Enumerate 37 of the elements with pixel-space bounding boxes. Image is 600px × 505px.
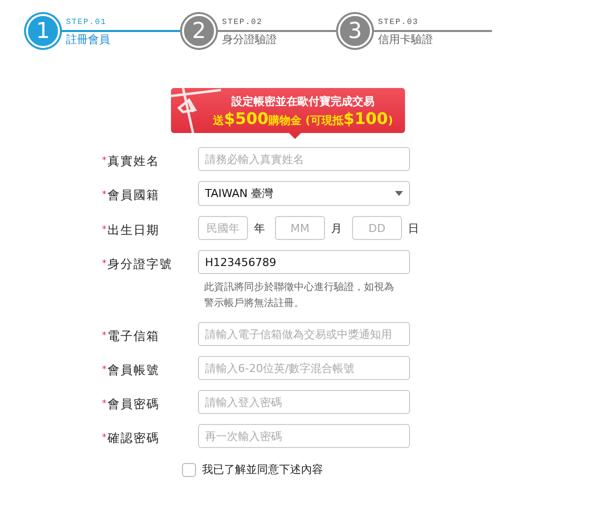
required-mark: * <box>102 225 108 235</box>
agreement-label: 我已了解並同意下述內容 <box>202 462 323 477</box>
hint-text: 此資訊將同步於聯徵中心進行驗證，如視為警示帳戶將無法註冊。 <box>203 280 395 311</box>
step-label: 信用卡驗證 <box>378 32 433 47</box>
input-field[interactable]: 請輸入6-20位英/數字混合帳號 <box>198 356 410 380</box>
banner-offer: 送$500購物金 (可現抵$100) <box>213 108 393 128</box>
unit-label: 日 <box>408 220 419 236</box>
step-number: 3 <box>338 14 372 48</box>
step-code: STEP.01 <box>66 18 108 27</box>
date-field[interactable]: MM <box>275 216 325 240</box>
required-mark: * <box>102 259 108 269</box>
required-mark: * <box>102 190 108 200</box>
step-number: 1 <box>26 14 60 48</box>
date-field[interactable]: 民國年 <box>198 216 248 240</box>
required-mark: * <box>102 156 108 166</box>
required-mark: * <box>102 399 108 409</box>
step-code: STEP.02 <box>222 18 264 27</box>
input-field[interactable]: H123456789 <box>198 250 410 274</box>
caret-icon <box>395 191 403 196</box>
unit-label: 年 <box>254 220 265 236</box>
step-label: 註冊會員 <box>66 32 110 47</box>
required-mark: * <box>102 433 108 443</box>
step-code: STEP.03 <box>378 18 420 27</box>
date-field[interactable]: DD <box>352 216 402 240</box>
input-field[interactable]: 請輸入電子信箱做為交易或中獎通知用 <box>198 322 410 346</box>
required-mark: * <box>102 365 108 375</box>
banner-pointer <box>289 133 301 139</box>
input-field[interactable]: 請輸入登入密碼 <box>198 390 410 414</box>
required-mark: * <box>102 331 108 341</box>
banner-title: 設定帳密並在歐付寶完成交易 <box>232 94 374 108</box>
country-select[interactable]: TAIWAN 臺灣 <box>198 181 410 206</box>
step-label: 身分證驗證 <box>222 32 277 47</box>
step-number: 2 <box>182 14 216 48</box>
unit-label: 月 <box>331 220 342 236</box>
input-field[interactable]: 再一次輸入密碼 <box>198 424 410 448</box>
checkbox[interactable] <box>182 462 196 476</box>
input-field[interactable]: 請務必輸入真實姓名 <box>198 147 410 171</box>
